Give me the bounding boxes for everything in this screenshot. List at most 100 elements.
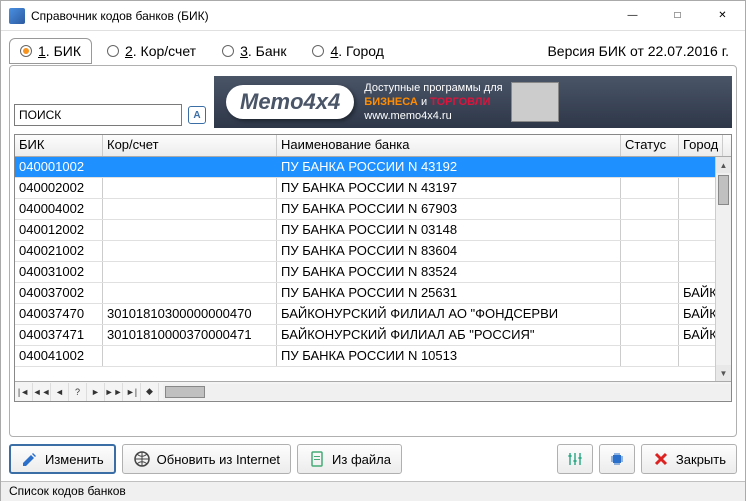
nav-bookmark-button[interactable]: ◆ bbox=[141, 383, 159, 401]
cell-bik: 040004002 bbox=[15, 199, 103, 219]
cell-kor bbox=[103, 262, 277, 282]
col-status[interactable]: Статус bbox=[621, 135, 679, 156]
horizontal-scrollbar[interactable] bbox=[163, 384, 731, 400]
cell-kor: 30101810000370000471 bbox=[103, 325, 277, 345]
banner-line1a: Доступные программы для bbox=[364, 82, 502, 94]
grid-header: БИК Кор/счет Наименование банка Статус Г… bbox=[15, 135, 731, 157]
table-row[interactable]: 040012002ПУ БАНКА РОССИИ N 03148 bbox=[15, 220, 731, 241]
cell-kor bbox=[103, 220, 277, 240]
table-row[interactable]: 040041002ПУ БАНКА РОССИИ N 10513 bbox=[15, 346, 731, 367]
globe-icon bbox=[133, 450, 151, 468]
table-row[interactable]: 040004002 ПУ БАНКА РОССИИ N 67903 bbox=[15, 199, 731, 220]
tab-город[interactable]: 4. Город bbox=[301, 38, 394, 64]
table-row[interactable]: 04003747030101810300000000470БАЙКОНУРСКИ… bbox=[15, 304, 731, 325]
radio-icon bbox=[107, 45, 119, 57]
table-row[interactable]: 040001002 ПУ БАНКА РОССИИ N 43192 bbox=[15, 157, 731, 178]
cell-status bbox=[621, 199, 679, 219]
vertical-scrollbar[interactable]: ▲ ▼ bbox=[715, 157, 731, 381]
cell-status bbox=[621, 346, 679, 366]
table-row[interactable]: 040021002ПУ БАНКА РОССИИ N 83604 bbox=[15, 241, 731, 262]
maximize-button[interactable]: □ bbox=[655, 1, 700, 31]
table-row[interactable]: 04003747130101810000370000471БАЙКОНУРСКИ… bbox=[15, 325, 731, 346]
cell-bik: 040037471 bbox=[15, 325, 103, 345]
from-file-button[interactable]: Из файла bbox=[297, 444, 402, 474]
minimize-button[interactable]: — bbox=[610, 1, 655, 31]
grid-body[interactable]: 040001002ПУ БАНКА РОССИИ N 4319204000200… bbox=[15, 157, 731, 381]
banner-url: www.memo4x4.ru bbox=[364, 109, 502, 123]
data-grid[interactable]: БИК Кор/счет Наименование банка Статус Г… bbox=[14, 134, 732, 402]
cell-bik: 040012002 bbox=[15, 220, 103, 240]
table-row[interactable]: 040037002ПУ БАНКА РОССИИ N 25631БАЙК bbox=[15, 283, 731, 304]
pencil-icon bbox=[21, 450, 39, 468]
cell-bik: 040001002 bbox=[15, 157, 103, 177]
cell-bik: 040002002 bbox=[15, 178, 103, 198]
col-name[interactable]: Наименование банка bbox=[277, 135, 621, 156]
close-button[interactable]: ✕ bbox=[700, 1, 745, 31]
cell-name: ПУ БАНКА РОССИИ N 43192 bbox=[277, 157, 621, 177]
col-bik[interactable]: БИК bbox=[15, 135, 103, 156]
table-row[interactable]: 040002002ПУ БАНКА РОССИИ N 43197 bbox=[15, 178, 731, 199]
settings-button[interactable] bbox=[557, 444, 593, 474]
cell-kor bbox=[103, 157, 277, 177]
cell-name: БАЙКОНУРСКИЙ ФИЛИАЛ АБ "РОССИЯ" bbox=[277, 325, 621, 345]
tab-label: 4. Город bbox=[330, 43, 383, 59]
tabs-row: 1. БИК2. Кор/счет3. Банк4. Город Версия … bbox=[1, 31, 745, 65]
cell-name: ПУ БАНКА РОССИИ N 67903 bbox=[277, 199, 621, 219]
banner-pc-icon bbox=[511, 82, 559, 122]
nav-last-button[interactable]: ►| bbox=[123, 383, 141, 401]
close-label: Закрыть bbox=[676, 452, 726, 467]
edit-button[interactable]: Изменить bbox=[9, 444, 116, 474]
cell-status bbox=[621, 178, 679, 198]
window-title: Справочник кодов банков (БИК) bbox=[31, 9, 610, 23]
status-text: Список кодов банков bbox=[9, 484, 126, 498]
col-kor[interactable]: Кор/счет bbox=[103, 135, 277, 156]
cell-status bbox=[621, 262, 679, 282]
cell-name: ПУ БАНКА РОССИИ N 83524 bbox=[277, 262, 621, 282]
titlebar: Справочник кодов банков (БИК) — □ ✕ bbox=[1, 1, 745, 31]
banner-biz: БИЗНЕСА bbox=[364, 96, 418, 108]
banner-text: Доступные программы для БИЗНЕСА и ТОРГОВ… bbox=[364, 81, 502, 124]
fromfile-label: Из файла bbox=[332, 452, 391, 467]
cell-bik: 040041002 bbox=[15, 346, 103, 366]
tab-label: 3. Банк bbox=[240, 43, 286, 59]
cell-status bbox=[621, 283, 679, 303]
banner-logo: Memo4x4 bbox=[226, 85, 354, 119]
nav-next-page-button[interactable]: ►► bbox=[105, 383, 123, 401]
tab-бик[interactable]: 1. БИК bbox=[9, 38, 92, 64]
scroll-down-icon[interactable]: ▼ bbox=[716, 365, 731, 381]
scroll-up-icon[interactable]: ▲ bbox=[716, 157, 731, 173]
nav-next-button[interactable]: ► bbox=[87, 383, 105, 401]
search-input[interactable] bbox=[14, 104, 182, 126]
col-city[interactable]: Город bbox=[679, 135, 723, 156]
cell-kor bbox=[103, 346, 277, 366]
tab-label: 1. БИК bbox=[38, 43, 81, 59]
cell-kor bbox=[103, 199, 277, 219]
cell-kor: 30101810300000000470 bbox=[103, 304, 277, 324]
hscroll-thumb[interactable] bbox=[165, 386, 205, 398]
radio-icon bbox=[222, 45, 234, 57]
close-app-button[interactable]: Закрыть bbox=[641, 444, 737, 474]
update-label: Обновить из Internet bbox=[157, 452, 280, 467]
tab-кор/счет[interactable]: 2. Кор/счет bbox=[96, 38, 207, 64]
cell-name: ПУ БАНКА РОССИИ N 83604 bbox=[277, 241, 621, 261]
chip-button[interactable] bbox=[599, 444, 635, 474]
table-row[interactable]: 040031002ПУ БАНКА РОССИИ N 83524 bbox=[15, 262, 731, 283]
banner-trade: ТОРГОВЛИ bbox=[430, 96, 490, 108]
nav-help-button[interactable]: ? bbox=[69, 383, 87, 401]
search-wrap: А bbox=[14, 104, 206, 128]
update-internet-button[interactable]: Обновить из Internet bbox=[122, 444, 291, 474]
bottom-toolbar: Изменить Обновить из Internet Из файла З… bbox=[1, 437, 745, 481]
cell-kor bbox=[103, 178, 277, 198]
banner[interactable]: Memo4x4 Доступные программы для БИЗНЕСА … bbox=[214, 76, 732, 128]
sort-az-button[interactable]: А bbox=[188, 106, 206, 124]
nav-first-button[interactable]: |◄ bbox=[15, 383, 33, 401]
nav-prev-page-button[interactable]: ◄◄ bbox=[33, 383, 51, 401]
nav-prev-button[interactable]: ◄ bbox=[51, 383, 69, 401]
scroll-thumb[interactable] bbox=[718, 175, 729, 205]
tab-банк[interactable]: 3. Банк bbox=[211, 38, 297, 64]
record-navigator: |◄ ◄◄ ◄ ? ► ►► ►| ◆ bbox=[15, 381, 731, 401]
radio-icon bbox=[312, 45, 324, 57]
cell-status bbox=[621, 241, 679, 261]
file-icon bbox=[308, 450, 326, 468]
cell-status bbox=[621, 220, 679, 240]
